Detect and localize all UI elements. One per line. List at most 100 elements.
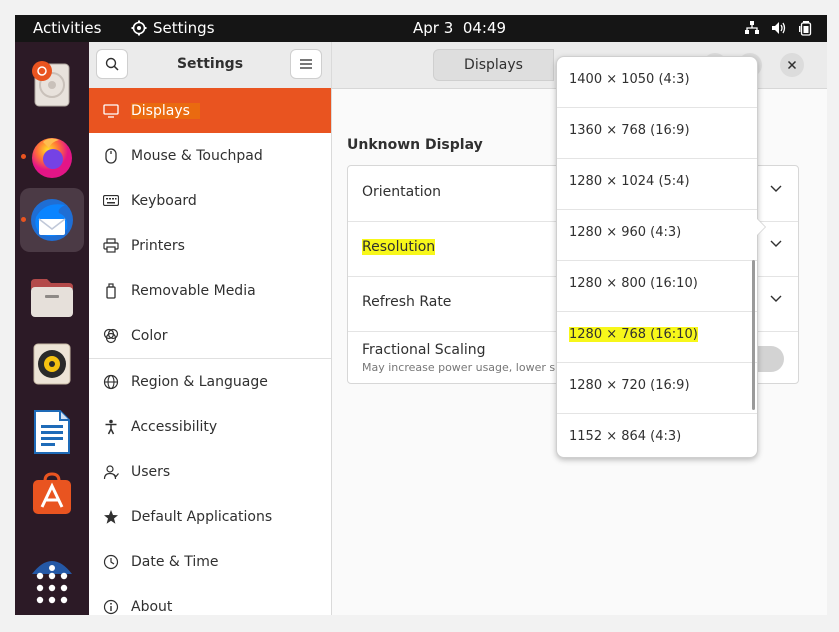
sidebar-item-keyboard[interactable]: Keyboard <box>89 178 331 223</box>
sidebar-item-printers[interactable]: Printers <box>89 223 331 268</box>
sidebar-item-displays[interactable]: Displays <box>89 88 331 133</box>
resolution-option[interactable]: 1280 × 800 (16:10) <box>557 261 757 312</box>
activities-button[interactable]: Activities <box>33 19 101 37</box>
sidebar-item-label: Displays <box>131 102 200 119</box>
clock-date: Apr 3 <box>413 19 454 37</box>
chevron-down-icon <box>770 240 782 247</box>
display-name-heading: Unknown Display <box>347 137 483 153</box>
resolution-option-selected[interactable]: 1280 × 768 (16:10) <box>557 312 757 363</box>
sidebar-item-accessibility[interactable]: Accessibility <box>89 404 331 449</box>
sidebar-nav: Displays Mouse & Touchpad Keyboard Print… <box>89 88 331 615</box>
rhythmbox-icon <box>33 343 71 385</box>
settings-sidebar-pane: Settings Displays Mouse & Touchpad Keybo… <box>89 42 332 615</box>
sidebar-item-mouse-touchpad[interactable]: Mouse & Touchpad <box>89 133 331 178</box>
dock <box>15 42 89 615</box>
sidebar-item-label: Keyboard <box>131 192 197 209</box>
sidebar-item-label: Region & Language <box>131 373 268 390</box>
system-tray[interactable] <box>745 20 813 36</box>
fractional-scaling-label: Fractional Scaling <box>362 342 486 358</box>
sidebar-item-label: Accessibility <box>131 418 218 435</box>
gear-icon <box>131 20 147 36</box>
resolution-popover: 1400 × 1050 (4:3) 1360 × 768 (16:9) 1280… <box>556 56 758 458</box>
chevron-down-icon <box>770 295 782 302</box>
dock-app-center[interactable] <box>20 462 84 526</box>
network-icon <box>745 21 759 34</box>
resolution-option-label: 1152 × 864 (4:3) <box>569 429 682 444</box>
close-button[interactable] <box>780 53 804 77</box>
sidebar-item-label: Color <box>131 327 168 344</box>
resolution-option[interactable]: 1152 × 864 (4:3) <box>557 414 757 457</box>
resolution-option-label: 1280 × 768 (16:10) <box>569 327 698 342</box>
star-icon <box>101 507 121 527</box>
fractional-scaling-description: May increase power usage, lower sp <box>362 361 563 374</box>
resolution-option[interactable]: 1400 × 1050 (4:3) <box>557 57 757 108</box>
writer-icon <box>34 410 70 454</box>
resolution-option[interactable]: 1360 × 768 (16:9) <box>557 108 757 159</box>
sidebar-header: Settings <box>89 42 331 89</box>
resolution-option-label: 1280 × 720 (16:9) <box>569 378 690 393</box>
resolution-label: Resolution <box>362 239 436 255</box>
refresh-rate-label: Refresh Rate <box>362 294 452 310</box>
dock-ubuntu-installer[interactable] <box>20 52 84 116</box>
running-indicator <box>21 154 26 159</box>
accessibility-icon <box>101 417 121 437</box>
resolution-option-label: 1400 × 1050 (4:3) <box>569 72 690 87</box>
sidebar-item-region-language[interactable]: Region & Language <box>89 359 331 404</box>
resolution-option-label: 1360 × 768 (16:9) <box>569 123 690 138</box>
keyboard-icon <box>101 191 121 211</box>
dock-files[interactable] <box>20 266 84 330</box>
battery-icon <box>799 21 812 36</box>
clock-icon <box>101 552 121 572</box>
dock-thunderbird[interactable] <box>20 188 84 252</box>
tab-displays[interactable]: Displays <box>433 49 554 81</box>
resolution-option-label: 1280 × 800 (16:10) <box>569 276 698 291</box>
firefox-icon <box>32 138 72 178</box>
main-menu-button[interactable] <box>290 49 322 79</box>
running-indicator <box>21 217 26 222</box>
desktop-screen: Activities Settings Apr 3 04:49 Settings… <box>15 15 827 615</box>
top-bar: Activities Settings Apr 3 04:49 <box>15 15 827 42</box>
clock[interactable]: Apr 3 04:49 <box>413 19 506 37</box>
app-center-icon <box>33 472 71 514</box>
dock-rhythmbox[interactable] <box>20 332 84 396</box>
sidebar-item-label: Users <box>131 463 171 480</box>
sidebar-item-label: Default Applications <box>131 508 273 525</box>
sidebar-item-removable-media[interactable]: Removable Media <box>89 268 331 313</box>
dock-show-applications[interactable] <box>20 556 84 615</box>
close-icon <box>787 60 797 70</box>
popover-scrollbar[interactable] <box>752 260 755 410</box>
sidebar-item-label: Mouse & Touchpad <box>131 147 263 164</box>
resolution-option[interactable]: 1280 × 1024 (5:4) <box>557 159 757 210</box>
app-menu-label: Settings <box>153 19 215 37</box>
info-icon <box>101 597 121 616</box>
dock-libreoffice-writer[interactable] <box>20 400 84 464</box>
orientation-label: Orientation <box>362 184 442 200</box>
sidebar-item-color[interactable]: Color <box>89 313 331 358</box>
popover-arrow <box>756 218 765 236</box>
app-menu[interactable]: Settings <box>131 19 215 37</box>
mouse-icon <box>101 146 121 166</box>
volume-icon <box>772 22 786 34</box>
display-icon <box>101 101 121 121</box>
dock-firefox[interactable] <box>20 125 84 189</box>
globe-icon <box>101 372 121 392</box>
sidebar-item-label: Date & Time <box>131 553 219 570</box>
sidebar-item-label: Removable Media <box>131 282 256 299</box>
printer-icon <box>101 236 121 256</box>
sidebar-item-default-applications[interactable]: Default Applications <box>89 494 331 539</box>
chevron-down-icon <box>770 185 782 192</box>
resolution-option[interactable]: 1280 × 720 (16:9) <box>557 363 757 414</box>
sidebar-item-about[interactable]: About <box>89 584 331 615</box>
thunderbird-icon <box>31 199 73 241</box>
sidebar-item-date-time[interactable]: Date & Time <box>89 539 331 584</box>
resolution-option[interactable]: 1280 × 960 (4:3) <box>557 210 757 261</box>
sidebar-item-users[interactable]: Users <box>89 449 331 494</box>
hamburger-icon <box>300 59 312 69</box>
sidebar-item-label: Printers <box>131 237 185 254</box>
sidebar-item-label: About <box>131 598 173 615</box>
removable-media-icon <box>101 281 121 301</box>
installer-icon <box>32 61 70 107</box>
color-icon <box>101 326 121 346</box>
files-icon <box>31 279 73 317</box>
resolution-option-label: 1280 × 960 (4:3) <box>569 225 682 240</box>
